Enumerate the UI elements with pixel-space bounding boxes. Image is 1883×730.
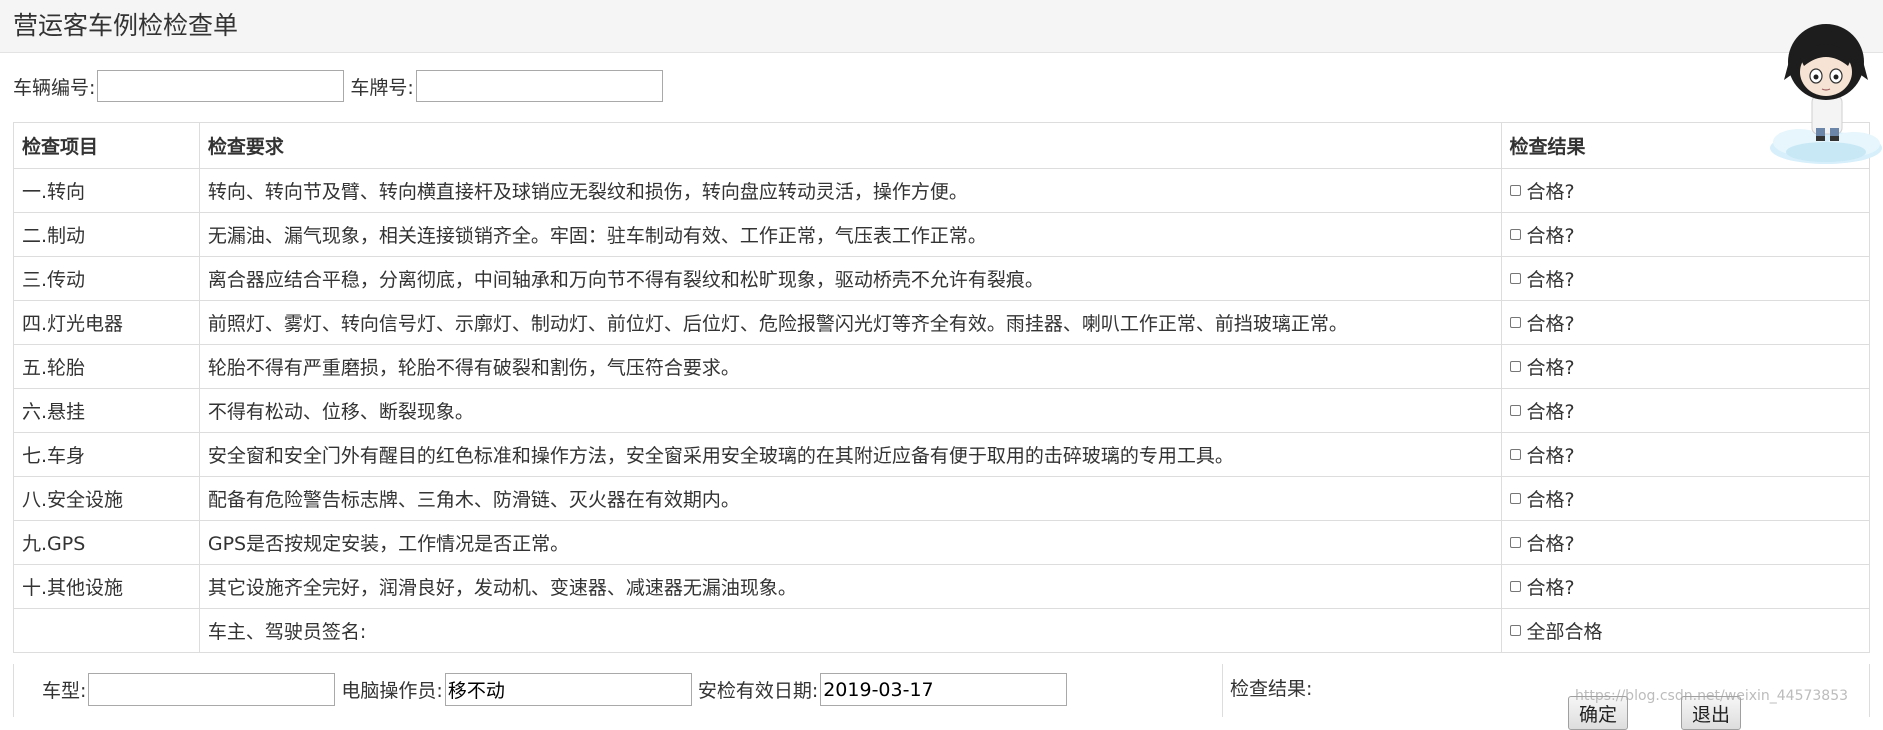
pass-checkbox-label: 合格? bbox=[1526, 445, 1575, 467]
valid-date-label: 安检有效日期: bbox=[697, 680, 819, 702]
row-item: 九.GPS bbox=[13, 520, 200, 565]
inspection-table: 检查项目 检查要求 检查结果 一.转向 转向、转向节及臂、转向横直接杆及球销应无裂… bbox=[13, 122, 1871, 653]
header-item: 检查项目 bbox=[13, 122, 200, 169]
pass-checkbox[interactable]: 合格? bbox=[1509, 441, 1575, 468]
row-requirement: 轮胎不得有严重磨损，轮胎不得有破裂和割伤，气压符合要求。 bbox=[198, 344, 1502, 389]
row-result: 合格? bbox=[1500, 344, 1871, 389]
table-row: 六.悬挂 不得有松动、位移、断裂现象。 合格? bbox=[13, 388, 1871, 433]
row-requirement: 前照灯、雾灯、转向信号灯、示廓灯、制动灯、前位灯、后位灯、危险报警闪光灯等齐全有… bbox=[198, 300, 1502, 345]
filter-row: 车辆编号: 车牌号: bbox=[13, 68, 669, 104]
table-row: 一.转向 转向、转向节及臂、转向横直接杆及球销应无裂纹和损伤，转向盘应转动灵活，操… bbox=[13, 168, 1871, 213]
result-label: 检查结果: bbox=[1230, 678, 1313, 700]
checkbox-box-icon[interactable] bbox=[1509, 361, 1521, 372]
row-item: 七.车身 bbox=[13, 432, 200, 477]
table-row: 七.车身 安全窗和安全门外有醒目的红色标准和操作方法，安全窗采用安全玻璃的在其附近… bbox=[13, 432, 1871, 477]
pass-checkbox[interactable]: 合格? bbox=[1509, 265, 1575, 292]
table-row: 二.制动 无漏油、漏气现象，相关连接锁销齐全。牢固：驻车制动有效、工作正常，气压表… bbox=[13, 212, 1871, 257]
row-item: 六.悬挂 bbox=[13, 388, 200, 433]
row-result: 合格? bbox=[1500, 212, 1871, 257]
operator-input[interactable] bbox=[444, 673, 692, 706]
pass-checkbox-label: 合格? bbox=[1526, 401, 1575, 423]
pass-checkbox-label: 合格? bbox=[1526, 269, 1575, 291]
operator-label: 电脑操作员: bbox=[341, 680, 443, 702]
row-item: 三.传动 bbox=[13, 256, 200, 301]
pass-checkbox-label: 合格? bbox=[1526, 533, 1575, 555]
pass-checkbox[interactable]: 合格? bbox=[1509, 573, 1575, 600]
pass-checkbox-label: 合格? bbox=[1526, 357, 1575, 379]
row-requirement: 其它设施齐全完好，润滑良好，发动机、变速器、减速器无漏油现象。 bbox=[198, 564, 1502, 609]
all-pass-checkbox[interactable]: 全部合格 bbox=[1509, 617, 1603, 644]
table-row: 八.安全设施 配备有危险警告标志牌、三角木、防滑链、灭火器在有效期内。 合格? bbox=[13, 476, 1871, 521]
row-item: 五.轮胎 bbox=[13, 344, 200, 389]
pass-checkbox[interactable]: 合格? bbox=[1509, 353, 1575, 380]
table-row: 十.其他设施 其它设施齐全完好，润滑良好，发动机、变速器、减速器无漏油现象。 合格? bbox=[13, 564, 1871, 609]
checkbox-box-icon[interactable] bbox=[1509, 625, 1521, 636]
checkbox-box-icon[interactable] bbox=[1509, 405, 1521, 416]
row-requirement: 安全窗和安全门外有醒目的红色标准和操作方法，安全窗采用安全玻璃的在其附近应备有便… bbox=[198, 432, 1502, 477]
mascot-image bbox=[1770, 24, 1882, 164]
page-title: 营运客车例检检查单 bbox=[13, 11, 239, 40]
pass-checkbox[interactable]: 合格? bbox=[1509, 177, 1575, 204]
row-item: 二.制动 bbox=[13, 212, 200, 257]
title-bar: 营运客车例检检查单 bbox=[0, 0, 1883, 53]
pass-checkbox-label: 合格? bbox=[1526, 181, 1575, 203]
valid-date-input[interactable] bbox=[820, 673, 1068, 706]
checkbox-box-icon[interactable] bbox=[1509, 493, 1521, 504]
table-header-row: 检查项目 检查要求 检查结果 bbox=[13, 122, 1871, 169]
row-result: 合格? bbox=[1500, 520, 1871, 565]
checkbox-box-icon[interactable] bbox=[1509, 229, 1521, 240]
row-result: 合格? bbox=[1500, 432, 1871, 477]
checkbox-box-icon[interactable] bbox=[1509, 317, 1521, 328]
row-requirement: 不得有松动、位移、断裂现象。 bbox=[198, 388, 1502, 433]
pass-checkbox-label: 合格? bbox=[1526, 225, 1575, 247]
table-row: 五.轮胎 轮胎不得有严重磨损，轮胎不得有破裂和割伤，气压符合要求。 合格? bbox=[13, 344, 1871, 389]
vehicle-no-label: 车辆编号: bbox=[13, 76, 96, 99]
checkbox-box-icon[interactable] bbox=[1509, 537, 1521, 548]
row-result: 合格? bbox=[1500, 300, 1871, 345]
pass-checkbox[interactable]: 合格? bbox=[1509, 485, 1575, 512]
checkbox-box-icon[interactable] bbox=[1509, 449, 1521, 460]
row-result: 合格? bbox=[1500, 476, 1871, 521]
row-result: 合格? bbox=[1500, 564, 1871, 609]
signature-row: 车主、驾驶员签名: 全部合格 bbox=[13, 608, 1871, 653]
table-row: 九.GPS GPS是否按规定安装，工作情况是否正常。 合格? bbox=[13, 520, 1871, 565]
header-requirement: 检查要求 bbox=[198, 122, 1502, 169]
row-requirement: 转向、转向节及臂、转向横直接杆及球销应无裂纹和损伤，转向盘应转动灵活，操作方便。 bbox=[198, 168, 1502, 213]
all-pass-cell: 全部合格 bbox=[1500, 608, 1871, 653]
row-requirement: 无漏油、漏气现象，相关连接锁销齐全。牢固：驻车制动有效、工作正常，气压表工作正常… bbox=[198, 212, 1502, 257]
checkbox-box-icon[interactable] bbox=[1509, 273, 1521, 284]
row-result: 合格? bbox=[1500, 168, 1871, 213]
plate-input[interactable] bbox=[415, 70, 663, 102]
pass-checkbox[interactable]: 合格? bbox=[1509, 397, 1575, 424]
checkbox-box-icon[interactable] bbox=[1509, 185, 1521, 196]
checkbox-box-icon[interactable] bbox=[1509, 581, 1521, 592]
row-result: 合格? bbox=[1500, 388, 1871, 433]
row-item: 四.灯光电器 bbox=[13, 300, 200, 345]
row-result: 合格? bbox=[1500, 256, 1871, 301]
row-requirement: 配备有危险警告标志牌、三角木、防滑链、灭火器在有效期内。 bbox=[198, 476, 1502, 521]
model-label: 车型: bbox=[42, 680, 87, 702]
vehicle-no-input[interactable] bbox=[97, 70, 345, 102]
all-pass-label: 全部合格 bbox=[1526, 621, 1603, 643]
table-row: 四.灯光电器 前照灯、雾灯、转向信号灯、示廓灯、制动灯、前位灯、后位灯、危险报警闪… bbox=[13, 300, 1871, 345]
pass-checkbox-label: 合格? bbox=[1526, 489, 1575, 511]
signature-label: 车主、驾驶员签名: bbox=[198, 608, 1502, 653]
model-input[interactable] bbox=[88, 673, 336, 706]
row-item: 八.安全设施 bbox=[13, 476, 200, 521]
plate-label: 车牌号: bbox=[350, 76, 414, 99]
row-requirement: 离合器应结合平稳，分离彻底，中间轴承和万向节不得有裂纹和松旷现象，驱动桥壳不允许… bbox=[198, 256, 1502, 301]
footer-divider bbox=[1222, 664, 1223, 717]
pass-checkbox[interactable]: 合格? bbox=[1509, 221, 1575, 248]
pass-checkbox[interactable]: 合格? bbox=[1509, 529, 1575, 556]
row-item: 一.转向 bbox=[13, 168, 200, 213]
table-row: 三.传动 离合器应结合平稳，分离彻底，中间轴承和万向节不得有裂纹和松旷现象，驱动桥… bbox=[13, 256, 1871, 301]
pass-checkbox-label: 合格? bbox=[1526, 577, 1575, 599]
watermark-text: https://blog.csdn.net/weixin_44573853 bbox=[1575, 688, 1849, 704]
signature-empty-cell bbox=[13, 608, 200, 653]
row-item: 十.其他设施 bbox=[13, 564, 200, 609]
row-requirement: GPS是否按规定安装，工作情况是否正常。 bbox=[198, 520, 1502, 565]
pass-checkbox[interactable]: 合格? bbox=[1509, 309, 1575, 336]
pass-checkbox-label: 合格? bbox=[1526, 313, 1575, 335]
